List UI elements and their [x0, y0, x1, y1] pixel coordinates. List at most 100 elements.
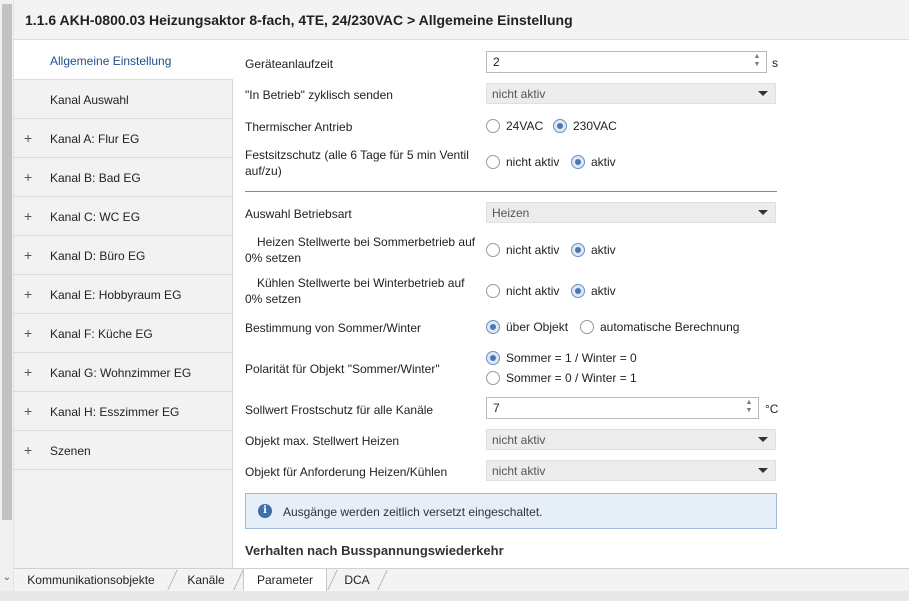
summer-winter-radio-auto[interactable]: automatische Berechnung: [580, 319, 740, 337]
expand-icon[interactable]: +: [24, 169, 32, 185]
operating-mode-value: Heizen: [492, 206, 530, 220]
radio-checked-icon[interactable]: [571, 284, 585, 298]
sidebar-item-kanal-e[interactable]: + Kanal E: Hobbyraum EG: [14, 275, 233, 314]
sidebar-item-label: Kanal H: Esszimmer EG: [50, 405, 180, 419]
outer-scrollbar-thumb[interactable]: [2, 4, 12, 520]
expand-icon[interactable]: +: [24, 286, 32, 302]
thermal-drive-radio-24vac[interactable]: 24VAC: [486, 118, 548, 136]
expand-icon[interactable]: +: [24, 403, 32, 419]
sidebar-item-label: Kanal E: Hobbyraum EG: [50, 288, 182, 302]
frost-setpoint-spinbox[interactable]: 7 ▲ ▼: [486, 397, 759, 419]
operating-mode-label: Auswahl Betriebsart: [245, 207, 352, 221]
cool-winter-radio-on[interactable]: aktiv: [571, 283, 621, 301]
title-bar: 1.1.6 AKH-0800.03 Heizungsaktor 8-fach, …: [14, 0, 909, 40]
chevron-down-icon: [758, 468, 768, 473]
chevron-down-icon: [758, 437, 768, 442]
heat-cool-request-select[interactable]: nicht aktiv: [486, 460, 776, 481]
polarity-radio-summer1[interactable]: Sommer = 1 / Winter = 0: [486, 350, 646, 368]
chevron-down-icon: [758, 91, 768, 96]
in-operation-select[interactable]: nicht aktiv: [486, 83, 776, 104]
tab-label: DCA: [344, 573, 370, 587]
summer-winter-radio-object[interactable]: über Objekt: [486, 319, 574, 337]
expand-icon[interactable]: +: [24, 247, 32, 263]
scroll-down-icon[interactable]: ⌄: [1, 572, 13, 584]
operating-mode-select[interactable]: Heizen: [486, 202, 776, 223]
radio-checked-icon[interactable]: [571, 243, 585, 257]
thermal-drive-radio-230vac[interactable]: 230VAC: [553, 118, 623, 136]
radio-unchecked-icon[interactable]: [486, 284, 500, 298]
bottom-tab-bar: Kommunikationsobjekte Kanäle Parameter D…: [14, 568, 909, 591]
radio-unchecked-icon[interactable]: [486, 371, 500, 385]
cool-winter-label: Kühlen Stellwerte bei Winterbetrieb auf …: [245, 276, 465, 306]
tab-label: Kanäle: [187, 573, 225, 587]
sidebar-item-kanal-b[interactable]: + Kanal B: Bad EG: [14, 158, 233, 197]
expand-icon[interactable]: +: [24, 364, 32, 380]
heat-summer-radio-on[interactable]: aktiv: [571, 242, 621, 260]
sidebar-item-label: Kanal D: Büro EG: [50, 249, 146, 263]
sidebar-item-label: Kanal Auswahl: [50, 93, 129, 107]
tab-kanaele[interactable]: Kanäle: [178, 569, 234, 591]
tab-label: Parameter: [256, 573, 314, 587]
outer-scrollbar[interactable]: ⌄: [0, 0, 14, 601]
parameter-panel: Geräteanlaufzeit 2 ▲ ▼ s "In Betrieb" zyk…: [234, 41, 909, 568]
sidebar: Allgemeine Einstellung Kanal Auswahl + K…: [14, 41, 233, 568]
radio-unchecked-icon[interactable]: [486, 155, 500, 169]
info-box: i Ausgänge werden zeitlich versetzt eing…: [245, 493, 777, 529]
heat-cool-request-value: nicht aktiv: [492, 464, 546, 478]
cool-winter-radio-off[interactable]: nicht aktiv: [486, 283, 566, 301]
sidebar-item-kanal-h[interactable]: + Kanal H: Esszimmer EG: [14, 392, 233, 431]
frost-setpoint-unit: °C: [765, 402, 779, 416]
sidebar-item-kanal-g[interactable]: + Kanal G: Wohnzimmer EG: [14, 353, 233, 392]
sidebar-item-label: Szenen: [50, 444, 91, 458]
sidebar-item-label: Allgemeine Einstellung: [50, 54, 172, 68]
max-heat-object-select[interactable]: nicht aktiv: [486, 429, 776, 450]
sidebar-item-kanal-auswahl[interactable]: Kanal Auswahl: [14, 80, 233, 119]
tab-kommunikationsobjekte[interactable]: Kommunikationsobjekte: [16, 569, 166, 591]
spin-arrows-icon[interactable]: ▲ ▼: [752, 53, 762, 71]
sidebar-item-label: Kanal B: Bad EG: [50, 171, 141, 185]
radio-label: 230VAC: [573, 119, 617, 133]
sidebar-item-kanal-c[interactable]: + Kanal C: WC EG: [14, 197, 233, 236]
radio-unchecked-icon[interactable]: [580, 320, 594, 334]
radio-label: über Objekt: [506, 320, 569, 334]
sidebar-item-szenen[interactable]: + Szenen: [14, 431, 233, 470]
expand-icon[interactable]: +: [24, 325, 32, 341]
sidebar-item-kanal-f[interactable]: + Kanal F: Küche EG: [14, 314, 233, 353]
radio-checked-icon[interactable]: [571, 155, 585, 169]
radio-label: aktiv: [591, 284, 616, 298]
sidebar-item-allgemeine-einstellung[interactable]: Allgemeine Einstellung: [14, 41, 233, 80]
thermal-drive-label: Thermischer Antrieb: [245, 120, 353, 134]
expand-icon[interactable]: +: [24, 442, 32, 458]
seize-protection-radio-on[interactable]: aktiv: [571, 154, 621, 172]
heat-summer-label: Heizen Stellwerte bei Sommerbetrieb auf …: [245, 235, 476, 265]
page-title: 1.1.6 AKH-0800.03 Heizungsaktor 8-fach, …: [25, 12, 573, 28]
expand-icon[interactable]: +: [24, 130, 32, 146]
startup-delay-spinbox[interactable]: 2 ▲ ▼: [486, 51, 767, 73]
radio-checked-icon[interactable]: [553, 119, 567, 133]
radio-label: nicht aktiv: [506, 155, 560, 169]
polarity-radio-summer0[interactable]: Sommer = 0 / Winter = 1: [486, 370, 646, 388]
heat-cool-request-label: Objekt für Anforderung Heizen/Kühlen: [245, 465, 448, 479]
radio-unchecked-icon[interactable]: [486, 243, 500, 257]
chevron-down-icon: [758, 210, 768, 215]
max-heat-object-label: Objekt max. Stellwert Heizen: [245, 434, 400, 448]
frost-setpoint-value[interactable]: 7: [493, 401, 500, 415]
heat-summer-radio-off[interactable]: nicht aktiv: [486, 242, 566, 260]
expand-icon[interactable]: +: [24, 208, 32, 224]
max-heat-object-value: nicht aktiv: [492, 433, 546, 447]
radio-checked-icon[interactable]: [486, 351, 500, 365]
seize-protection-radio-off[interactable]: nicht aktiv: [486, 154, 566, 172]
radio-unchecked-icon[interactable]: [486, 119, 500, 133]
sidebar-item-label: Kanal G: Wohnzimmer EG: [50, 366, 192, 380]
sidebar-item-kanal-d[interactable]: + Kanal D: Büro EG: [14, 236, 233, 275]
radio-checked-icon[interactable]: [486, 320, 500, 334]
sidebar-item-kanal-a[interactable]: + Kanal A: Flur EG: [14, 119, 233, 158]
tab-label: Kommunikationsobjekte: [27, 573, 155, 587]
sidebar-item-label: Kanal F: Küche EG: [50, 327, 153, 341]
tab-separator: [167, 570, 178, 590]
tab-parameter[interactable]: Parameter: [243, 569, 327, 591]
spin-arrows-icon[interactable]: ▲ ▼: [744, 399, 754, 417]
tab-dca[interactable]: DCA: [336, 569, 378, 591]
info-icon: i: [258, 504, 272, 518]
startup-delay-value[interactable]: 2: [493, 55, 500, 69]
